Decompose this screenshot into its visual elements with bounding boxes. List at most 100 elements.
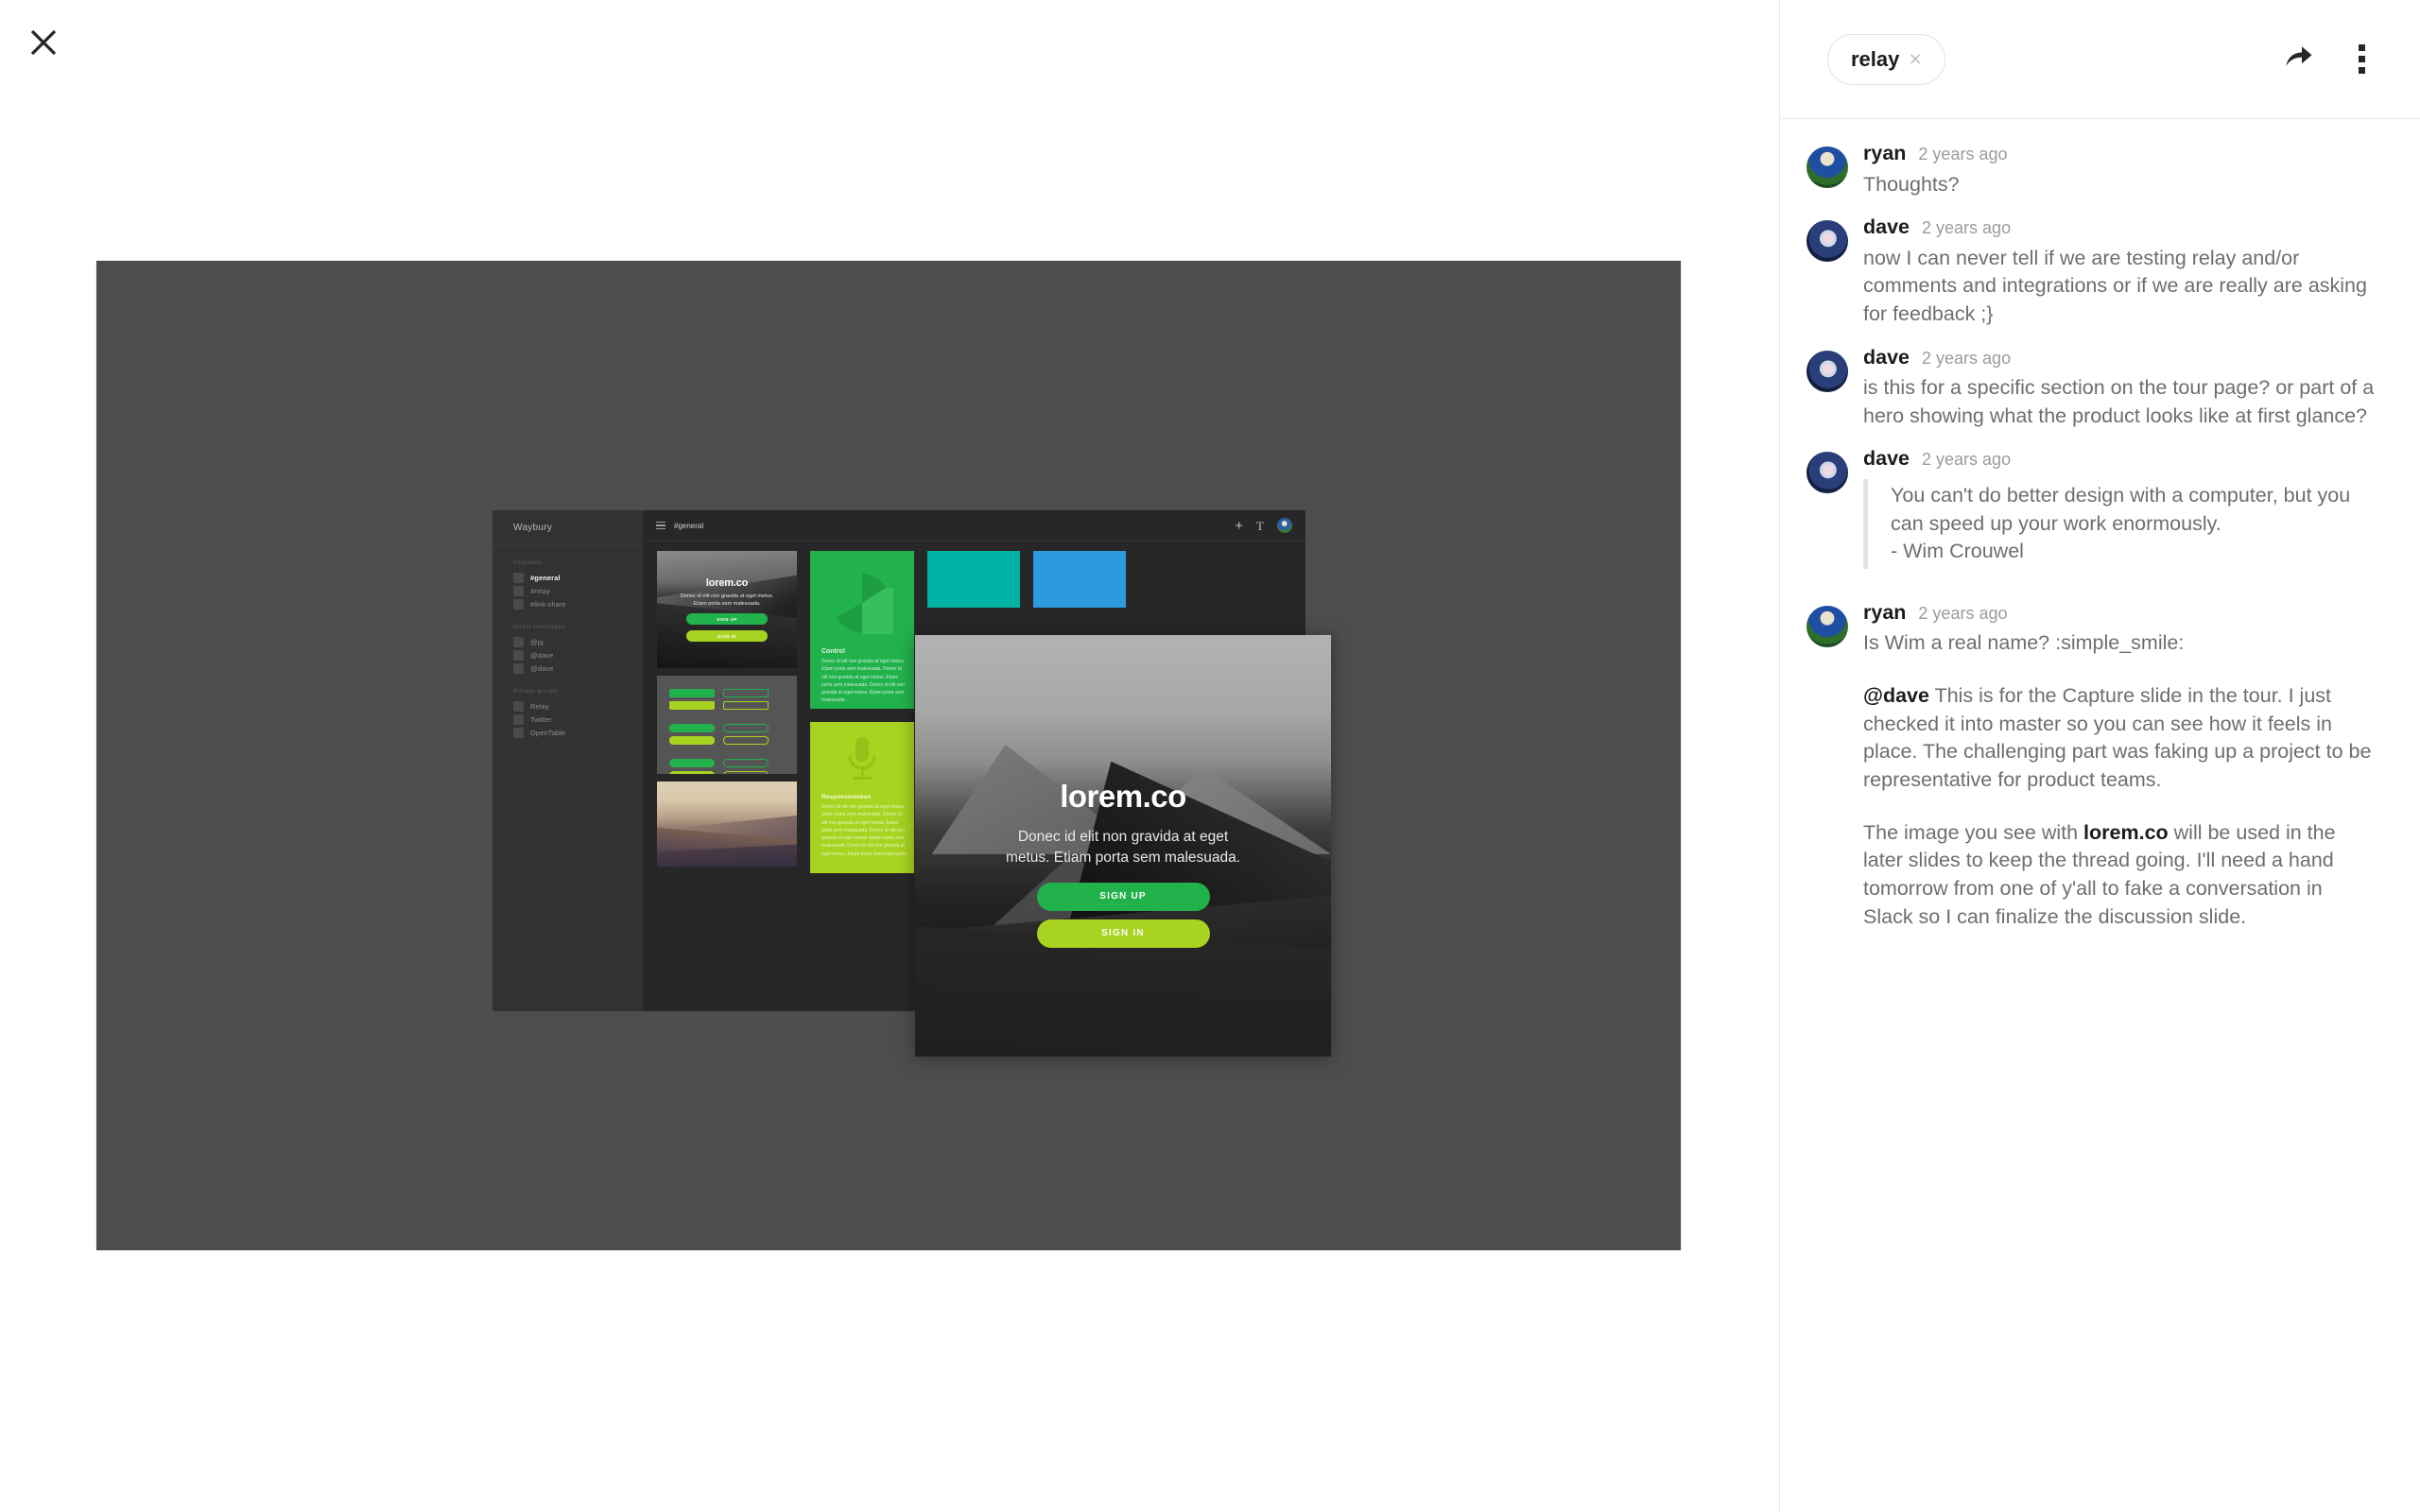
avatar[interactable] [1806,220,1848,263]
sidebar-item-relay[interactable]: #relay [493,584,643,597]
sidebar-item-general[interactable]: #general [493,571,643,584]
sidebar-item-dave-2[interactable]: @dave [493,662,643,675]
comment-timestamp: 2 years ago [1922,218,2012,238]
comment-body: now I can never tell if we are testing r… [1863,245,2377,329]
mockup-button-swatch-card[interactable] [657,676,797,774]
sidebar-item-dave-1[interactable]: @dave [493,648,643,662]
swatch-filled-green [669,689,715,697]
sidebar-item-relay-group[interactable]: Relay [493,699,643,713]
comment-paragraph: Is Wim a real name? :simple_smile: [1863,631,2185,655]
more-options-button[interactable] [2345,43,2377,76]
comment-item: ryan 2 years ago Is Wim a real name? :si… [1780,602,2420,931]
loremco-bold: lorem.co [2083,820,2169,844]
comment-item: ryan 2 years ago Thoughts? [1780,142,2420,199]
group-swatch-icon [513,727,524,738]
sidebar-item-opentable[interactable]: OpenTable [493,726,643,739]
avatar[interactable] [1806,605,1848,647]
overlay-signup-button[interactable]: SIGN UP [1036,882,1210,911]
comment-blockquote: You can't do better design with a comput… [1863,478,2377,569]
button-swatch-grid [669,689,769,774]
sidebar-item-pj[interactable]: @pj [493,635,643,648]
header-actions [2283,43,2420,76]
responsiveness-card-heading: Responsiveness [821,794,872,800]
comment-author: dave [1863,215,1910,239]
channel-swatch-icon [513,598,524,610]
comment-item: dave 2 years ago You can't do better des… [1780,447,2420,569]
overlay-title: lorem.co [1060,779,1186,814]
share-button[interactable] [2283,43,2315,76]
mention-dave[interactable]: @dave [1863,684,1929,707]
swatch-outline-green-pill [723,759,769,767]
mockup-sunset-photo-card[interactable] [657,782,797,867]
mockup-blue-card[interactable] [1033,551,1126,608]
panel-header: relay × [1780,0,2420,119]
text-tool-icon[interactable]: T [1256,520,1264,532]
comment-paragraph: Thoughts? [1863,172,1960,196]
comments-panel: relay × ryan 2 years ago Thoughts? dave … [1779,0,2420,1512]
mockup-topbar: #general + T [644,510,1305,541]
sidebar-item-twitter[interactable]: Twitter [493,713,643,726]
sidebar-item-label: @dave [530,650,554,660]
sidebar-item-label: #link-share [530,599,566,609]
swatch-outline-lime [723,701,769,710]
responsiveness-card-body: Donec id elit non gravida at eget metus.… [821,804,908,857]
hero-signup-button[interactable]: SIGN UP [686,613,768,626]
group-swatch-icon [513,700,524,712]
overlay-subtitle: Donec id elit non gravida at eget metus.… [1005,829,1241,867]
swatch-outline-green [723,689,769,697]
comment-thread[interactable]: ryan 2 years ago Thoughts? dave 2 years … [1780,120,2420,1512]
sidebar-item-label: Twitter [530,714,552,724]
hero-title: lorem.co [705,576,749,589]
hero-subtitle: Donec id elit non gravida at eget metus.… [680,593,774,607]
pie-chart-icon [837,574,893,634]
loremco-text-before: The image you see with [1863,820,2084,844]
comment-item: dave 2 years ago is this for a specific … [1780,347,2420,431]
comment-body: is this for a specific section on the to… [1863,374,2377,430]
image-canvas[interactable]: Waybury Channels #general #relay #link-s… [96,261,1681,1250]
control-card-body: Donec id elit non gravida at eget metus.… [821,659,906,704]
microphone-icon [848,737,876,780]
comment-timestamp: 2 years ago [1922,450,2012,470]
sidebar-item-label: Relay [530,701,549,711]
sidebar-item-label: @pj [530,637,544,646]
user-avatar[interactable] [1277,518,1292,533]
tag-chip-relay[interactable]: relay × [1827,33,1945,85]
tag-remove-icon[interactable]: × [1909,48,1921,70]
mockup-brand: Waybury [513,523,553,533]
sidebar-item-label: @dave [530,663,554,673]
mockup-responsiveness-card[interactable]: Responsiveness Donec id elit non gravida… [810,722,914,873]
mockup-teal-card[interactable] [927,551,1020,608]
dm-swatch-icon [513,636,524,647]
avatar[interactable] [1806,146,1848,188]
mention-paragraph-text: This is for the Capture slide in the tou… [1863,684,2372,792]
swatch-filled-green-rounded [669,724,715,732]
group-swatch-icon [513,713,524,725]
comment-author: dave [1863,447,1910,471]
avatar[interactable] [1806,350,1848,392]
channel-swatch-icon [513,585,524,596]
plus-icon[interactable]: + [1235,519,1243,533]
loremco-overlay-card[interactable]: lorem.co Donec id elit non gravida at eg… [915,635,1331,1057]
comment-author: ryan [1863,142,1907,164]
comment-body: Thoughts? [1863,171,2377,199]
comment-timestamp: 2 years ago [1918,145,2008,163]
mockup-hero-card[interactable]: lorem.co Donec id elit non gravida at eg… [657,551,797,668]
sidebar-item-label: #general [530,573,561,582]
list-icon[interactable] [656,521,666,530]
close-viewer-button[interactable] [21,20,66,65]
comment-item: dave 2 years ago now I can never tell if… [1780,217,2420,328]
sidebar-item-link-share[interactable]: #link-share [493,597,643,610]
comment-body: Is Wim a real name? :simple_smile: @dave… [1863,629,2377,931]
swatch-filled-lime-rounded [669,736,715,745]
avatar[interactable] [1806,452,1848,494]
sidebar-group-private-title: Private groups [513,688,559,695]
swatch-filled-lime [669,701,715,710]
mockup-control-card[interactable]: Control Donec id elit non gravida at ege… [810,551,914,709]
comment-timestamp: 2 years ago [1918,603,2008,623]
share-arrow-icon [2285,44,2313,74]
hero-signin-button[interactable]: SIGN IN [686,630,768,643]
swatch-filled-lime-pill [669,771,715,774]
mockup-sidebar: Waybury Channels #general #relay #link-s… [493,510,644,1011]
comment-paragraph: is this for a specific section on the to… [1863,376,2375,427]
overlay-signin-button[interactable]: SIGN IN [1036,919,1210,948]
